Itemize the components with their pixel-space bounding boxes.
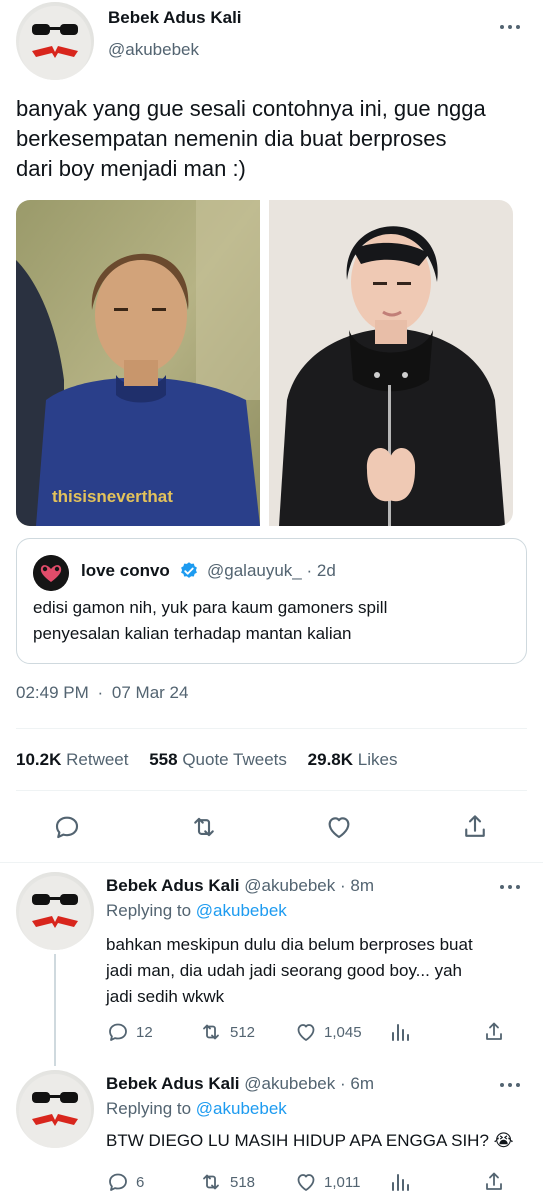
like-button[interactable]: 1,011 xyxy=(294,1170,360,1194)
tweet-text-line: banyak yang gue sesali contohnya ini, gu… xyxy=(16,96,486,121)
replying-to-handle[interactable]: @akubebek xyxy=(196,901,287,920)
quoted-handle-text: @galauyuk_ xyxy=(207,561,302,580)
retweet-stat[interactable]: 10.2K Retweet xyxy=(16,750,133,769)
likes-count: 29.8K xyxy=(307,750,354,769)
share-button[interactable] xyxy=(482,1020,506,1044)
replying-to-handle[interactable]: @akubebek xyxy=(196,1099,287,1118)
share-icon xyxy=(486,1022,502,1040)
share-button[interactable] xyxy=(460,812,490,842)
like-icon xyxy=(297,1024,315,1041)
author-name[interactable]: Bebek Adus Kali xyxy=(108,8,242,28)
quoted-author-avatar xyxy=(33,555,69,591)
like-icon xyxy=(297,1174,315,1191)
likes-label: Likes xyxy=(357,750,398,769)
likes-stat[interactable]: 29.8K Likes xyxy=(308,750,398,769)
divider xyxy=(16,790,527,791)
reply-author-handle[interactable]: @akubebek xyxy=(244,1074,335,1093)
quoted-age-text: · 2d xyxy=(306,561,336,580)
tweet-stats: 10.2K Retweet 558 Quote Tweets 29.8K Lik… xyxy=(16,750,397,770)
reply-count: 12 xyxy=(136,1023,153,1041)
reply-text-line: BTW DIEGO LU MASIH HIDUP APA ENGGA SIH? … xyxy=(106,1131,514,1150)
reply-icon xyxy=(55,816,79,839)
replying-to-prefix: Replying to xyxy=(106,1099,192,1118)
retweet-count: 518 xyxy=(230,1173,256,1191)
share-button[interactable] xyxy=(482,1170,506,1194)
replying-to: Replying to @akubebek xyxy=(106,1099,287,1119)
retweet-count: 512 xyxy=(230,1023,256,1041)
reply-author-avatar[interactable] xyxy=(16,1070,94,1148)
tweet-text-line: dari boy menjadi man :) xyxy=(16,156,246,181)
views-icon xyxy=(392,1024,409,1041)
views-button[interactable] xyxy=(388,1170,412,1194)
reply-author-avatar[interactable] xyxy=(16,872,94,950)
retweet-button[interactable]: 512 xyxy=(198,1020,255,1044)
tweet-text-line: berkesempatan nemenin dia buat berproses xyxy=(16,126,447,151)
retweet-icon xyxy=(194,817,214,837)
tweet-date: 07 Mar 24 xyxy=(111,683,189,702)
reply-button[interactable]: 6 xyxy=(106,1170,144,1194)
thread-line xyxy=(54,954,56,1066)
shirt-print-text: thisisneverthat xyxy=(52,487,173,506)
reply-header: Bebek Adus Kali @akubebek · 6m xyxy=(106,1074,374,1094)
like-button[interactable] xyxy=(324,812,354,842)
retweet-icon xyxy=(203,1174,219,1190)
reply-text-line: bahkan meskipun dulu dia belum berproses… xyxy=(106,935,473,954)
tweet-photo-right[interactable] xyxy=(269,200,513,526)
quote-label: Quote Tweets xyxy=(182,750,287,769)
author-handle[interactable]: @akubebek xyxy=(108,40,199,60)
reply-text: bahkan meskipun dulu dia belum berproses… xyxy=(106,932,473,1010)
reply-author-handle[interactable]: @akubebek xyxy=(244,876,335,895)
tweet-time: 02:49 PM xyxy=(16,683,89,702)
retweet-icon xyxy=(203,1024,219,1040)
like-button[interactable]: 1,045 xyxy=(294,1020,362,1044)
share-icon xyxy=(486,1172,502,1190)
views-icon xyxy=(392,1174,409,1191)
more-icon[interactable] xyxy=(500,1078,520,1092)
divider xyxy=(16,728,527,729)
retweet-button[interactable] xyxy=(188,812,220,842)
more-icon[interactable] xyxy=(500,880,520,894)
quote-stat[interactable]: 558 Quote Tweets xyxy=(149,750,291,769)
retweet-count: 10.2K xyxy=(16,750,62,769)
quoted-author-handle: @galauyuk_ · 2d xyxy=(207,561,336,581)
reply-button[interactable] xyxy=(52,812,82,842)
divider xyxy=(0,862,543,863)
reply-icon xyxy=(109,1023,127,1041)
reply-text-line: jadi sedih wkwk xyxy=(106,987,225,1006)
share-icon xyxy=(465,815,485,837)
tweet-text: banyak yang gue sesali contohnya ini, gu… xyxy=(16,94,486,184)
reply-age: · 6m xyxy=(340,1074,374,1093)
reply-icon xyxy=(109,1173,127,1191)
reply-text: BTW DIEGO LU MASIH HIDUP APA ENGGA SIH? … xyxy=(106,1128,514,1154)
quoted-text-line: edisi gamon nih, yuk para kaum gamoners … xyxy=(33,598,388,617)
tweet-photo-left[interactable]: thisisneverthat xyxy=(16,200,260,526)
reply-author-name[interactable]: Bebek Adus Kali xyxy=(106,876,240,895)
reply-button[interactable]: 12 xyxy=(106,1020,153,1044)
replying-to-prefix: Replying to xyxy=(106,901,192,920)
like-count: 1,045 xyxy=(324,1023,362,1041)
reply-header: Bebek Adus Kali @akubebek · 8m xyxy=(106,876,374,896)
like-icon xyxy=(328,817,350,839)
quote-count: 558 xyxy=(149,750,178,769)
reply-text-line: jadi man, dia udah jadi seorang good boy… xyxy=(106,961,462,980)
quoted-text-line: penyesalan kalian terhadap mantan kalian xyxy=(33,624,352,643)
tweet-timestamp[interactable]: 02:49 PM · 07 Mar 24 xyxy=(16,683,188,703)
quoted-author-name: love convo xyxy=(81,561,170,580)
reply-age: · 8m xyxy=(340,876,374,895)
retweet-label: Retweet xyxy=(66,750,129,769)
quoted-tweet-text: edisi gamon nih, yuk para kaum gamoners … xyxy=(33,595,387,647)
verified-badge-icon xyxy=(179,561,199,581)
retweet-button[interactable]: 518 xyxy=(198,1170,255,1194)
more-icon[interactable] xyxy=(500,20,520,34)
reply-author-name[interactable]: Bebek Adus Kali xyxy=(106,1074,240,1093)
timestamp-separator: · xyxy=(97,683,104,702)
quoted-tweet-card[interactable]: love convo @galauyuk_ · 2d edisi gamon n… xyxy=(16,538,527,664)
like-count: 1,011 xyxy=(324,1173,361,1191)
reply-count: 6 xyxy=(136,1173,145,1191)
views-button[interactable] xyxy=(388,1020,412,1044)
author-avatar[interactable] xyxy=(16,2,94,80)
replying-to: Replying to @akubebek xyxy=(106,901,287,921)
